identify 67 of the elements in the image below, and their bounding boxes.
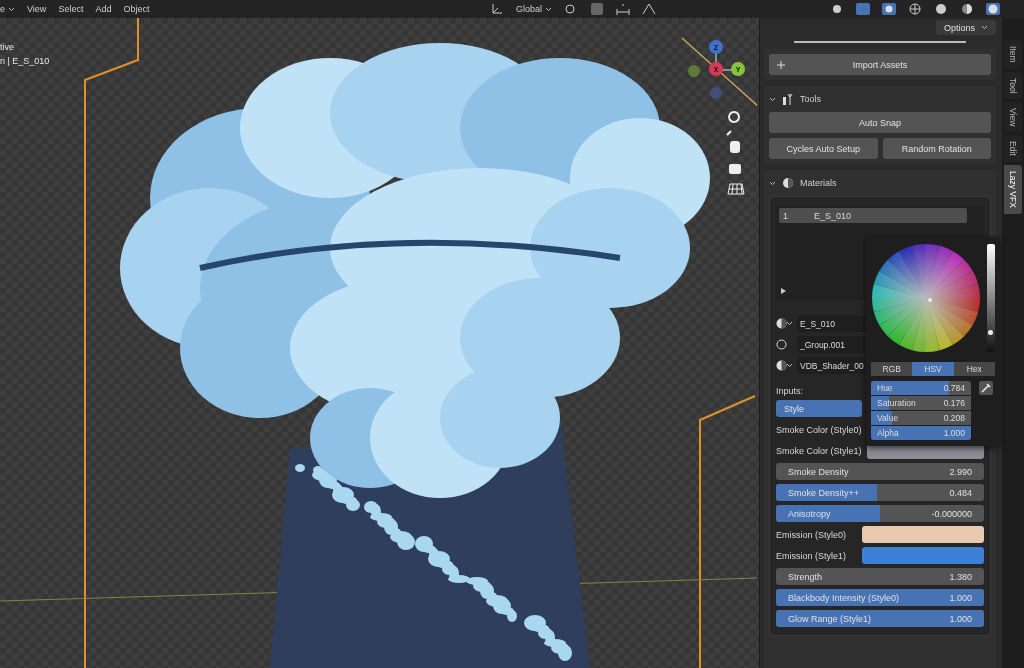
input-label: Emission (Style0) [776, 529, 847, 540]
slider-field[interactable]: Smoke Density++ 0.484 [776, 484, 984, 501]
input-label: Emission (Style1) [776, 550, 847, 561]
input-label: Smoke Color (Style1) [776, 445, 862, 456]
zoom-icon[interactable] [726, 111, 741, 136]
mode-menu[interactable]: e [0, 4, 5, 14]
node-group-icon [776, 339, 787, 350]
import-assets-button[interactable]: Import Assets [769, 54, 991, 75]
color-swatch[interactable] [862, 526, 984, 543]
tools-icon [782, 93, 794, 105]
sidebar-tab[interactable]: Item [1004, 40, 1022, 69]
eyedropper-icon[interactable] [979, 381, 993, 395]
number-field[interactable]: Strength 1.380 [776, 568, 984, 585]
proportional-icon[interactable] [642, 3, 656, 15]
sphere-icon[interactable] [776, 360, 792, 371]
visibility-icon[interactable] [830, 3, 844, 15]
solid-sphere-icon[interactable] [934, 3, 948, 15]
slider-field[interactable]: Anisotropy -0.000000 [776, 505, 984, 522]
axes-icon[interactable] [490, 3, 504, 15]
sidebar-tab[interactable]: Edit [1004, 135, 1022, 163]
chevron-icon[interactable] [769, 96, 776, 102]
color-value-field[interactable]: Alpha 1.000 [871, 426, 971, 440]
sidebar-tab[interactable]: Tool [1004, 71, 1022, 100]
color-swatch[interactable] [862, 547, 984, 564]
number-field[interactable]: Smoke Density 2.990 [776, 463, 984, 480]
sphere-icon[interactable] [776, 318, 792, 329]
material-sphere-icon[interactable] [960, 3, 974, 15]
material-sphere-icon [782, 177, 794, 189]
panel-title: Materials [800, 178, 837, 188]
auto-snap-button[interactable]: Auto Snap [769, 112, 991, 133]
plus-icon [777, 60, 785, 69]
mode-tab[interactable]: Hex [953, 362, 995, 376]
options-dropdown[interactable]: Options [935, 20, 996, 35]
cycles-setup-button[interactable]: Cycles Auto Setup [769, 138, 878, 159]
menu-item[interactable]: Select [58, 4, 84, 14]
menu-item[interactable]: Object [123, 4, 150, 14]
mode-text: tive [0, 42, 14, 52]
orientation-dropdown[interactable]: Global [516, 4, 542, 14]
color-wheel[interactable] [871, 243, 981, 353]
caret-icon [981, 25, 988, 30]
chevron-icon[interactable] [769, 180, 776, 186]
style-dropdown[interactable]: Style [776, 400, 862, 417]
slider-field[interactable]: Blackbody Intensity (Style0) 1.000 [776, 589, 984, 606]
material-slot[interactable]: 1 E_S_010 [779, 208, 967, 223]
sidebar-tab[interactable]: View [1004, 102, 1022, 133]
negative-axis-dot [710, 87, 722, 99]
grid-icon[interactable] [727, 183, 745, 195]
menu-item[interactable]: View [27, 4, 47, 14]
wireframe-sphere-icon[interactable] [908, 3, 922, 15]
overlay-toggle-icon[interactable] [882, 3, 896, 15]
value-slider[interactable] [987, 244, 995, 352]
play-icon[interactable] [781, 288, 786, 294]
sidebar-tab[interactable]: Lazy VFX [1004, 165, 1022, 214]
panel-title: Tools [800, 94, 821, 104]
caret-icon [545, 6, 552, 12]
mode-tab[interactable]: HSV [912, 362, 954, 376]
mode-tab[interactable]: RGB [871, 362, 913, 376]
menu-item[interactable]: Add [95, 4, 112, 14]
negative-axis-dot [688, 65, 700, 77]
rendered-sphere-icon[interactable] [986, 3, 1000, 15]
object-name-text: n | E_S_010 [0, 56, 50, 66]
inputs-label: Inputs: [776, 386, 804, 396]
slider-field[interactable]: Glow Range (Style1) 1.000 [776, 610, 984, 627]
snap-icon[interactable] [616, 3, 630, 15]
random-rotation-button[interactable]: Random Rotation [882, 138, 991, 159]
input-label: Smoke Color (Style0) [776, 424, 862, 435]
caret-icon [8, 6, 15, 12]
